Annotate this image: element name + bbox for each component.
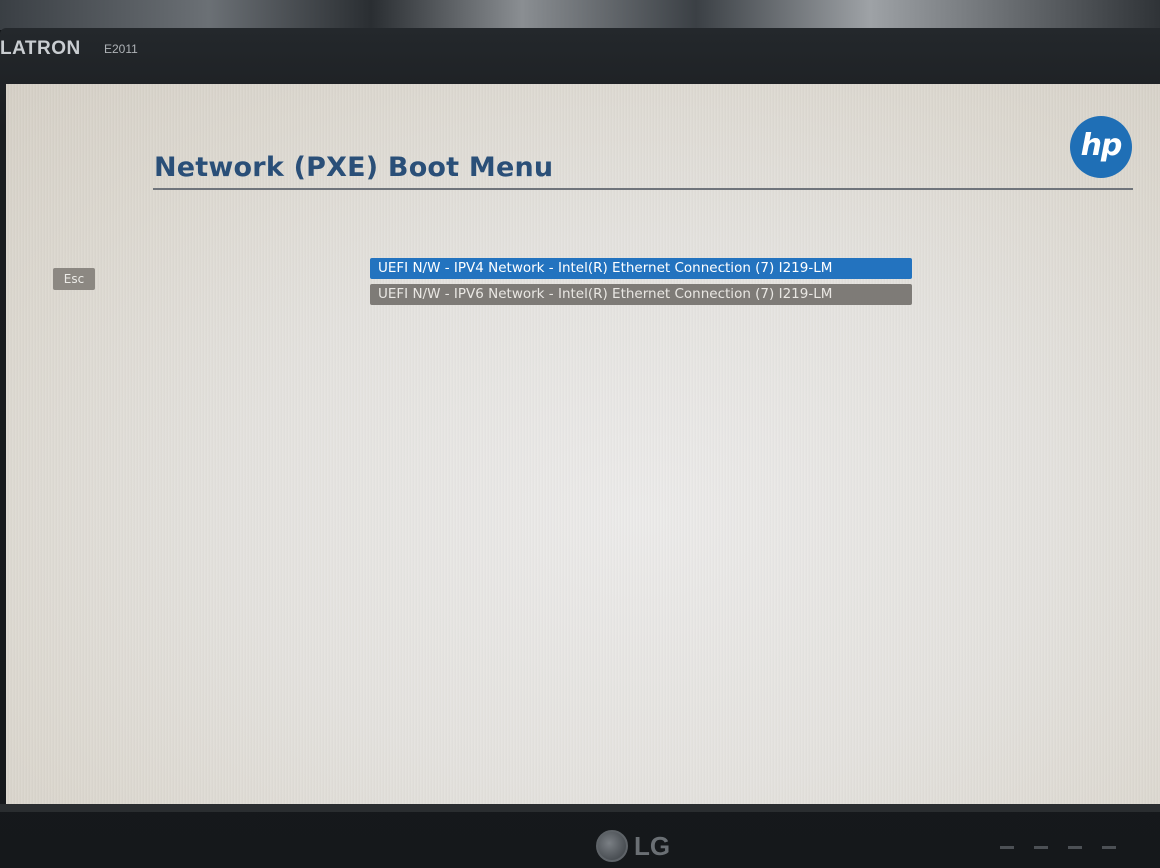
lg-logo-icon (596, 830, 628, 862)
monitor-brand-label: LATRON (0, 38, 81, 59)
bios-screen: Network (PXE) Boot Menu hp Esc UEFI N/W … (6, 84, 1160, 804)
monitor-button-3 (1068, 846, 1082, 849)
boot-option-ipv4[interactable]: UEFI N/W - IPV4 Network - Intel(R) Ether… (370, 258, 912, 279)
monitor-manufacturer-logo: LG (596, 830, 670, 862)
hp-logo-text: hp (1080, 127, 1123, 163)
monitor-button-4 (1102, 846, 1116, 849)
monitor-hardware-buttons (1000, 846, 1116, 849)
page-title: Network (PXE) Boot Menu (154, 152, 554, 183)
boot-option-ipv6[interactable]: UEFI N/W - IPV6 Network - Intel(R) Ether… (370, 284, 912, 305)
hp-logo-icon: hp (1070, 116, 1132, 178)
monitor-button-1 (1000, 846, 1014, 849)
esc-button[interactable]: Esc (53, 268, 95, 290)
title-divider (153, 188, 1133, 190)
screen-bottom-edge (0, 804, 1160, 812)
monitor-button-2 (1034, 846, 1048, 849)
background-room (0, 0, 1160, 30)
screen-texture (6, 84, 1160, 804)
lg-logo-text: LG (634, 830, 671, 861)
boot-option-list: UEFI N/W - IPV4 Network - Intel(R) Ether… (370, 258, 912, 310)
monitor-model-label: E2011 (104, 42, 138, 56)
